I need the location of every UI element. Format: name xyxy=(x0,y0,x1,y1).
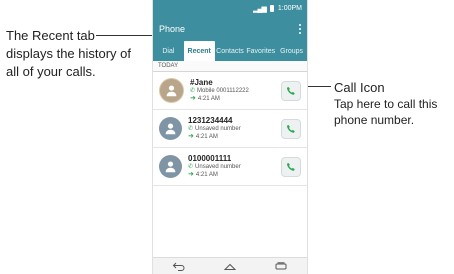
phone-type-icon: ✆ xyxy=(188,125,194,132)
call-time: 4:21 AM xyxy=(195,133,218,140)
app-bar: Phone xyxy=(153,17,307,41)
call-info: 0100001111 ✆ Unsaved number ➜ 4:21 AM xyxy=(188,153,281,179)
call-time: 4:21 AM xyxy=(197,95,220,102)
section-header: TODAY xyxy=(153,61,307,72)
call-log-row[interactable]: 0100001111 ✆ Unsaved number ➜ 4:21 AM xyxy=(153,148,307,186)
status-time: 1:00PM xyxy=(277,5,302,12)
phone-type-icon: ✆ xyxy=(188,163,194,170)
call-log-row[interactable]: 1231234444 ✆ Unsaved number ➜ 4:21 AM xyxy=(153,110,307,148)
callout-line: phone number. xyxy=(334,113,415,127)
call-icon-callout-leader xyxy=(303,86,331,87)
call-detail: Unsaved number xyxy=(195,163,241,170)
callout-title: Call Icon xyxy=(334,80,385,95)
outgoing-call-icon: ➜ xyxy=(188,132,194,140)
tab-favorites[interactable]: Favorites xyxy=(245,41,276,61)
call-info: #Jane ✆ Mobile 0001112222 ➜ 4:21 AM xyxy=(190,77,281,103)
phone-icon xyxy=(286,124,295,133)
navigation-bar xyxy=(153,257,307,274)
call-detail: Mobile 0001112222 xyxy=(197,87,249,94)
outgoing-call-icon: ➜ xyxy=(188,170,194,178)
call-detail: Unsaved number xyxy=(195,125,241,132)
phone-icon xyxy=(286,162,295,171)
callout-line: all of your calls. xyxy=(6,64,96,79)
call-time: 4:21 AM xyxy=(195,171,218,178)
status-bar: ▂▄▆ 1:00PM xyxy=(153,0,307,17)
tab-contacts[interactable]: Contacts xyxy=(215,41,246,61)
caller-name: 0100001111 xyxy=(188,153,232,163)
caller-name: #Jane xyxy=(190,77,213,87)
battery-icon xyxy=(269,5,274,12)
avatar xyxy=(159,78,184,103)
callout-line: displays the history of xyxy=(6,46,132,61)
phone-icon xyxy=(286,86,295,95)
tab-dial[interactable]: Dial xyxy=(153,41,184,61)
outgoing-call-icon: ➜ xyxy=(190,94,196,102)
call-button[interactable] xyxy=(281,156,301,177)
phone-screen: ▂▄▆ 1:00PM Phone Dial Recent Contacts Fa… xyxy=(153,0,307,274)
home-icon[interactable] xyxy=(223,261,237,271)
overflow-menu-icon[interactable] xyxy=(299,24,301,34)
person-icon xyxy=(166,85,177,97)
person-icon xyxy=(165,161,176,173)
recent-apps-icon[interactable] xyxy=(274,261,288,271)
app-title: Phone xyxy=(159,24,186,34)
person-icon xyxy=(165,123,176,135)
call-icon-callout: Call Icon Tap here to call this phone nu… xyxy=(334,80,454,128)
tab-recent[interactable]: Recent xyxy=(183,41,215,61)
phone-type-icon: ✆ xyxy=(190,87,196,94)
call-info: 1231234444 ✆ Unsaved number ➜ 4:21 AM xyxy=(188,115,281,141)
tab-groups[interactable]: Groups xyxy=(276,41,307,61)
signal-icon: ▂▄▆ xyxy=(253,5,267,13)
callout-line: Tap here to call this xyxy=(334,97,438,111)
avatar xyxy=(159,117,182,140)
back-icon[interactable] xyxy=(172,261,186,271)
call-log-row[interactable]: #Jane ✆ Mobile 0001112222 ➜ 4:21 AM xyxy=(153,72,307,110)
call-button[interactable] xyxy=(281,80,301,101)
caller-name: 1231234444 xyxy=(188,115,233,125)
tab-bar: Dial Recent Contacts Favorites Groups xyxy=(153,41,307,61)
callout-line: The Recent tab xyxy=(6,28,95,43)
call-button[interactable] xyxy=(281,118,301,139)
avatar xyxy=(159,155,182,178)
